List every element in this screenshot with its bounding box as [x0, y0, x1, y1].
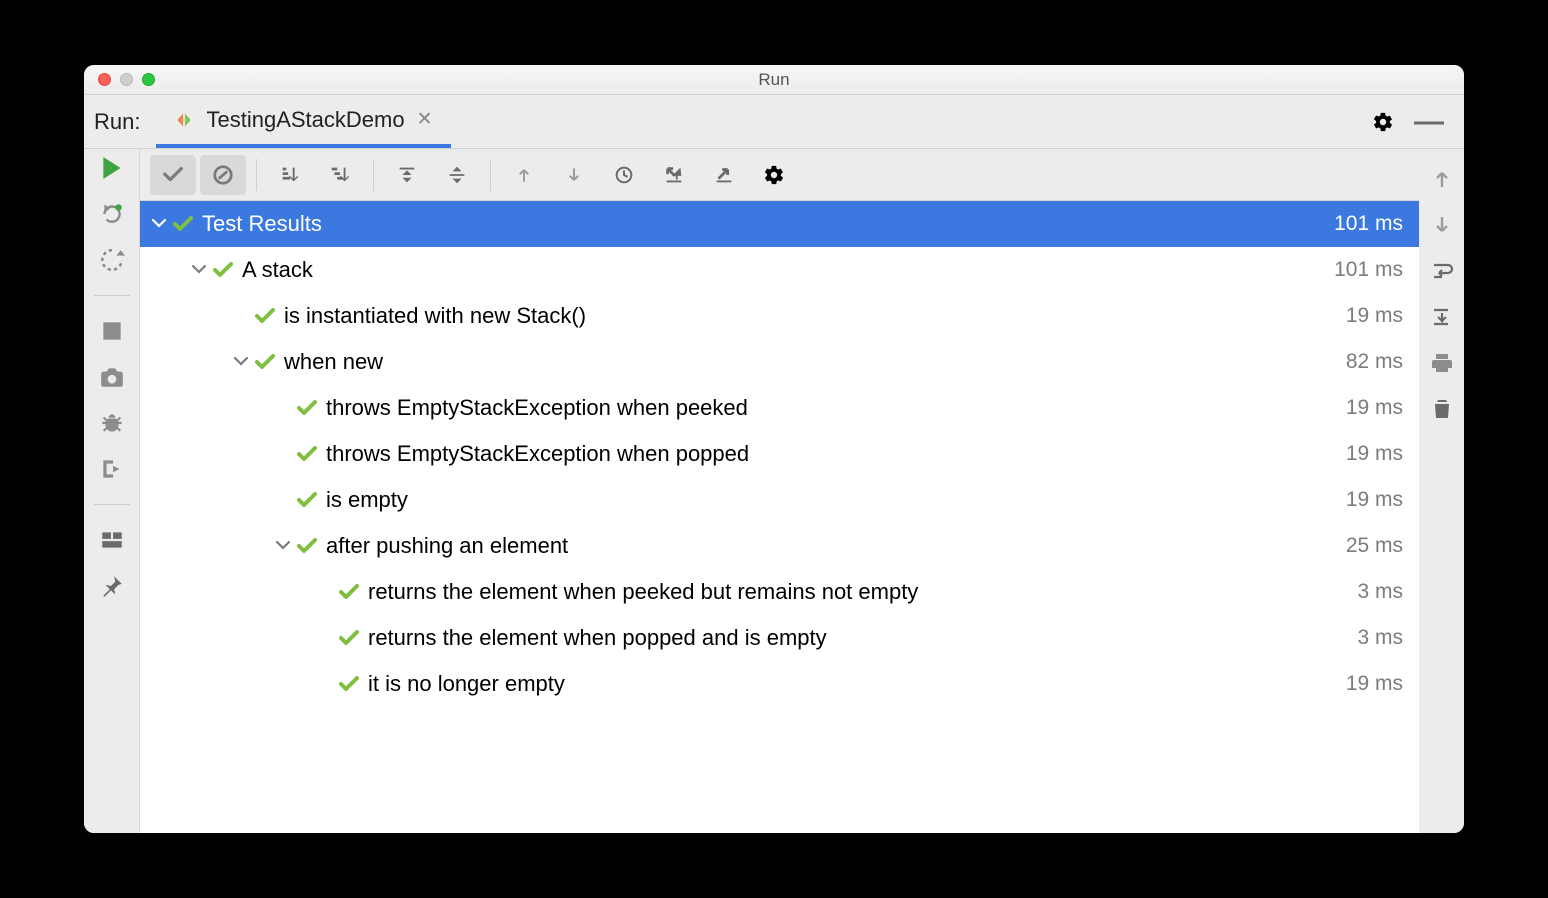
- stop-button[interactable]: [99, 318, 125, 344]
- node-label: throws EmptyStackException when popped: [320, 441, 1346, 467]
- node-label: returns the element when popped and is e…: [362, 625, 1357, 651]
- chevron-down-icon[interactable]: [148, 217, 170, 231]
- test-toolbar: [140, 149, 1419, 201]
- pass-icon: [170, 216, 196, 232]
- tree-node[interactable]: throws EmptyStackException when peeked 1…: [140, 385, 1419, 431]
- node-label: returns the element when peeked but rema…: [362, 579, 1357, 605]
- expand-all-button[interactable]: [384, 155, 430, 195]
- pass-icon: [294, 492, 320, 508]
- tree-node[interactable]: returns the element when popped and is e…: [140, 615, 1419, 661]
- pass-icon: [336, 676, 362, 692]
- collapse-all-button[interactable]: [434, 155, 480, 195]
- node-label: when new: [278, 349, 1346, 375]
- node-label: after pushing an element: [320, 533, 1346, 559]
- import-tests-button[interactable]: [651, 155, 697, 195]
- hide-tool-window-button[interactable]: —: [1414, 107, 1444, 137]
- chevron-down-icon[interactable]: [230, 355, 252, 369]
- node-duration: 19 ms: [1346, 442, 1403, 466]
- chevron-down-icon[interactable]: [272, 539, 294, 553]
- exit-button[interactable]: [99, 456, 125, 482]
- show-ignored-toggle[interactable]: [200, 155, 246, 195]
- test-results-tree[interactable]: Test Results 101 ms A stack 101 ms is in…: [140, 201, 1419, 833]
- soft-wrap-button[interactable]: [1430, 259, 1454, 283]
- rerun-failed-button[interactable]: [99, 201, 125, 227]
- tool-window-label: Run:: [84, 95, 156, 148]
- tree-node[interactable]: it is no longer empty 19 ms: [140, 661, 1419, 707]
- tree-node[interactable]: A stack 101 ms: [140, 247, 1419, 293]
- node-duration: 19 ms: [1346, 672, 1403, 696]
- pass-icon: [336, 584, 362, 600]
- pass-icon: [294, 538, 320, 554]
- node-duration: 3 ms: [1357, 580, 1403, 604]
- node-duration: 19 ms: [1346, 304, 1403, 328]
- show-passed-toggle[interactable]: [150, 155, 196, 195]
- run-button[interactable]: [99, 155, 125, 181]
- node-duration: 101 ms: [1334, 258, 1403, 282]
- test-settings-button[interactable]: [751, 155, 797, 195]
- layout-button[interactable]: [99, 527, 125, 553]
- tree-node[interactable]: is instantiated with new Stack() 19 ms: [140, 293, 1419, 339]
- previous-failed-button[interactable]: [501, 155, 547, 195]
- pin-button[interactable]: [99, 573, 125, 599]
- dump-threads-button[interactable]: [99, 364, 125, 390]
- tree-node[interactable]: throws EmptyStackException when popped 1…: [140, 431, 1419, 477]
- node-label: Test Results: [196, 211, 1334, 237]
- toggle-auto-test-button[interactable]: [99, 247, 125, 273]
- right-action-rail: [1419, 149, 1464, 833]
- separator: [373, 159, 374, 191]
- titlebar[interactable]: Run: [84, 65, 1464, 95]
- tool-window-settings-button[interactable]: [1372, 111, 1394, 133]
- scroll-up-button[interactable]: [1430, 167, 1454, 191]
- tree-node[interactable]: after pushing an element 25 ms: [140, 523, 1419, 569]
- pass-icon: [210, 262, 236, 278]
- clear-all-button[interactable]: [1430, 397, 1454, 421]
- node-duration: 101 ms: [1334, 212, 1403, 236]
- export-tests-button[interactable]: [701, 155, 747, 195]
- window-title: Run: [84, 70, 1464, 90]
- test-history-button[interactable]: [601, 155, 647, 195]
- left-action-rail: [84, 149, 140, 833]
- tree-node[interactable]: is empty 19 ms: [140, 477, 1419, 523]
- scroll-down-button[interactable]: [1430, 213, 1454, 237]
- run-tool-window: Run Run: TestingAStackDemo ✕ —: [84, 65, 1464, 833]
- sort-alphabetically-button[interactable]: [267, 155, 313, 195]
- run-config-icon: [174, 110, 194, 130]
- node-label: A stack: [236, 257, 1334, 283]
- node-label: throws EmptyStackException when peeked: [320, 395, 1346, 421]
- node-label: it is no longer empty: [362, 671, 1346, 697]
- tree-node[interactable]: when new 82 ms: [140, 339, 1419, 385]
- node-label: is empty: [320, 487, 1346, 513]
- separator: [94, 504, 130, 505]
- tree-node[interactable]: returns the element when peeked but rema…: [140, 569, 1419, 615]
- sort-by-duration-button[interactable]: [317, 155, 363, 195]
- print-button[interactable]: [1430, 351, 1454, 375]
- pass-icon: [294, 446, 320, 462]
- scroll-to-end-button[interactable]: [1430, 305, 1454, 329]
- node-duration: 82 ms: [1346, 350, 1403, 374]
- pass-icon: [252, 308, 278, 324]
- run-tab-row: Run: TestingAStackDemo ✕ —: [84, 95, 1464, 149]
- next-failed-button[interactable]: [551, 155, 597, 195]
- node-label: is instantiated with new Stack(): [278, 303, 1346, 329]
- separator: [490, 159, 491, 191]
- tree-node-root[interactable]: Test Results 101 ms: [140, 201, 1419, 247]
- pass-icon: [294, 400, 320, 416]
- pass-icon: [252, 354, 278, 370]
- separator: [256, 159, 257, 191]
- node-duration: 19 ms: [1346, 488, 1403, 512]
- pass-icon: [336, 630, 362, 646]
- node-duration: 19 ms: [1346, 396, 1403, 420]
- run-config-name: TestingAStackDemo: [206, 107, 404, 133]
- node-duration: 25 ms: [1346, 534, 1403, 558]
- debug-button[interactable]: [99, 410, 125, 436]
- node-duration: 3 ms: [1357, 626, 1403, 650]
- run-config-tab[interactable]: TestingAStackDemo ✕: [156, 95, 450, 148]
- chevron-down-icon[interactable]: [188, 263, 210, 277]
- close-tab-button[interactable]: ✕: [417, 108, 433, 131]
- separator: [94, 295, 130, 296]
